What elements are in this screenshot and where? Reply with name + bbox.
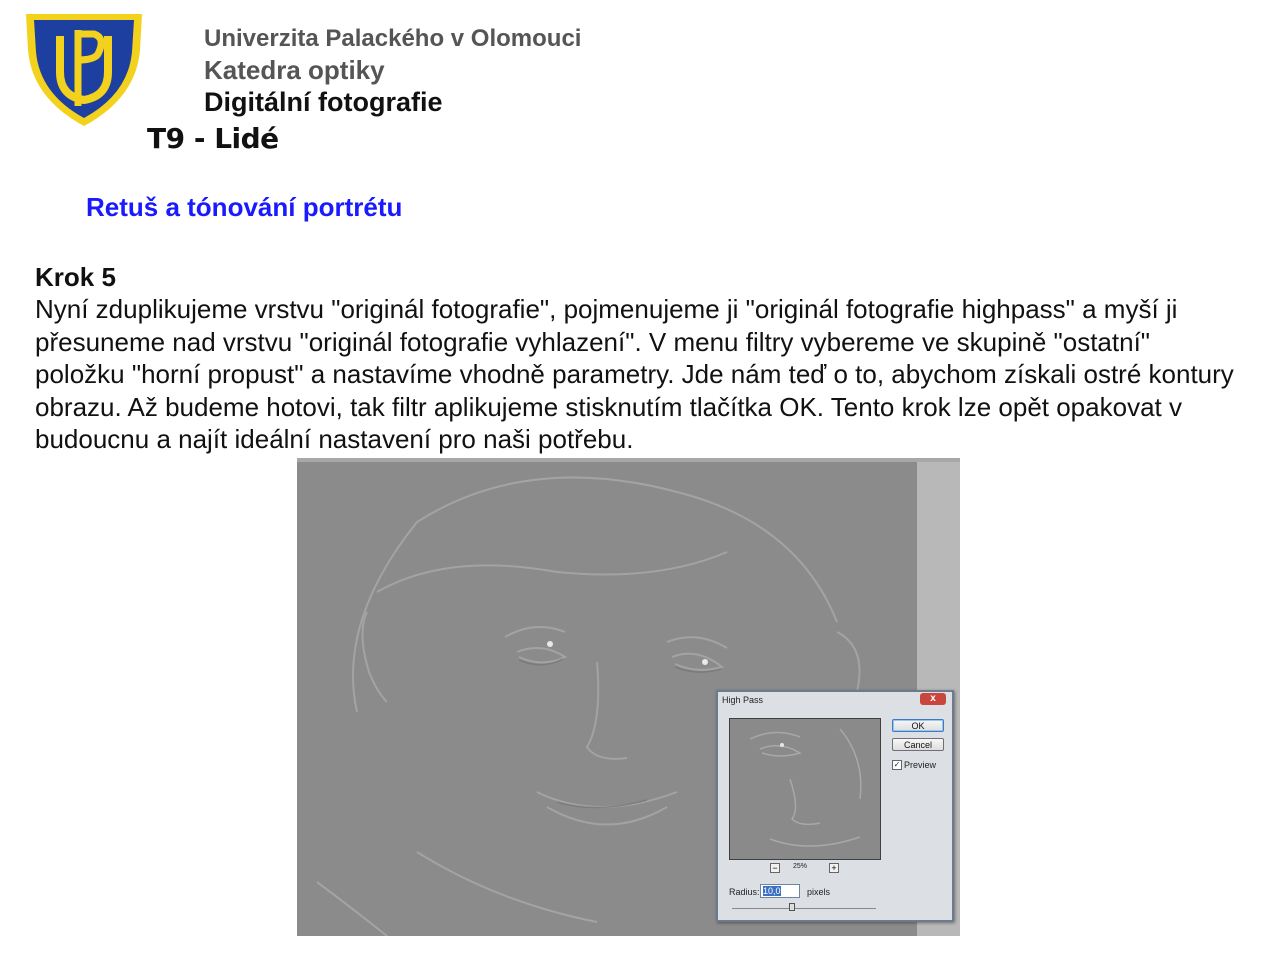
- zoom-level: 25%: [793, 863, 808, 870]
- editor-screenshot: High Pass x OK Cancel ✓ Preview − 25% + …: [297, 458, 960, 936]
- radius-input[interactable]: 10,0: [760, 884, 800, 898]
- cancel-button[interactable]: Cancel: [892, 738, 944, 751]
- section-title: Retuš a tónování portrétu: [86, 192, 403, 222]
- university-name: Univerzita Palackého v Olomouci: [204, 25, 582, 52]
- zoom-out-button[interactable]: −: [770, 863, 780, 873]
- radius-slider-thumb[interactable]: [789, 903, 795, 911]
- step-label: Krok 5: [35, 262, 116, 292]
- radius-label: Radius:: [729, 887, 760, 897]
- preview-checkbox[interactable]: ✓: [892, 760, 902, 770]
- ok-button[interactable]: OK: [892, 719, 944, 732]
- close-button[interactable]: x: [920, 693, 946, 705]
- step-description: Nyní zduplikujeme vrstvu "originál fotog…: [35, 294, 1234, 454]
- preview-face-image: [749, 728, 862, 847]
- high-pass-dialog: High Pass x OK Cancel ✓ Preview − 25% + …: [716, 690, 954, 922]
- dialog-title: High Pass: [722, 695, 764, 705]
- filter-preview[interactable]: [729, 718, 881, 860]
- preview-checkbox-label: Preview: [904, 760, 937, 770]
- course-name: Digitální fotografie: [204, 87, 443, 117]
- zoom-in-button[interactable]: +: [829, 863, 839, 873]
- department-name: Katedra optiky: [204, 55, 385, 85]
- radius-value: 10,0: [763, 886, 781, 896]
- radius-slider-track[interactable]: [732, 908, 876, 909]
- university-logo: [26, 14, 142, 126]
- radius-unit-label: pixels: [807, 887, 831, 897]
- checkmark-icon: ✓: [893, 760, 901, 769]
- topic-title: T9 - Lidé: [147, 122, 279, 155]
